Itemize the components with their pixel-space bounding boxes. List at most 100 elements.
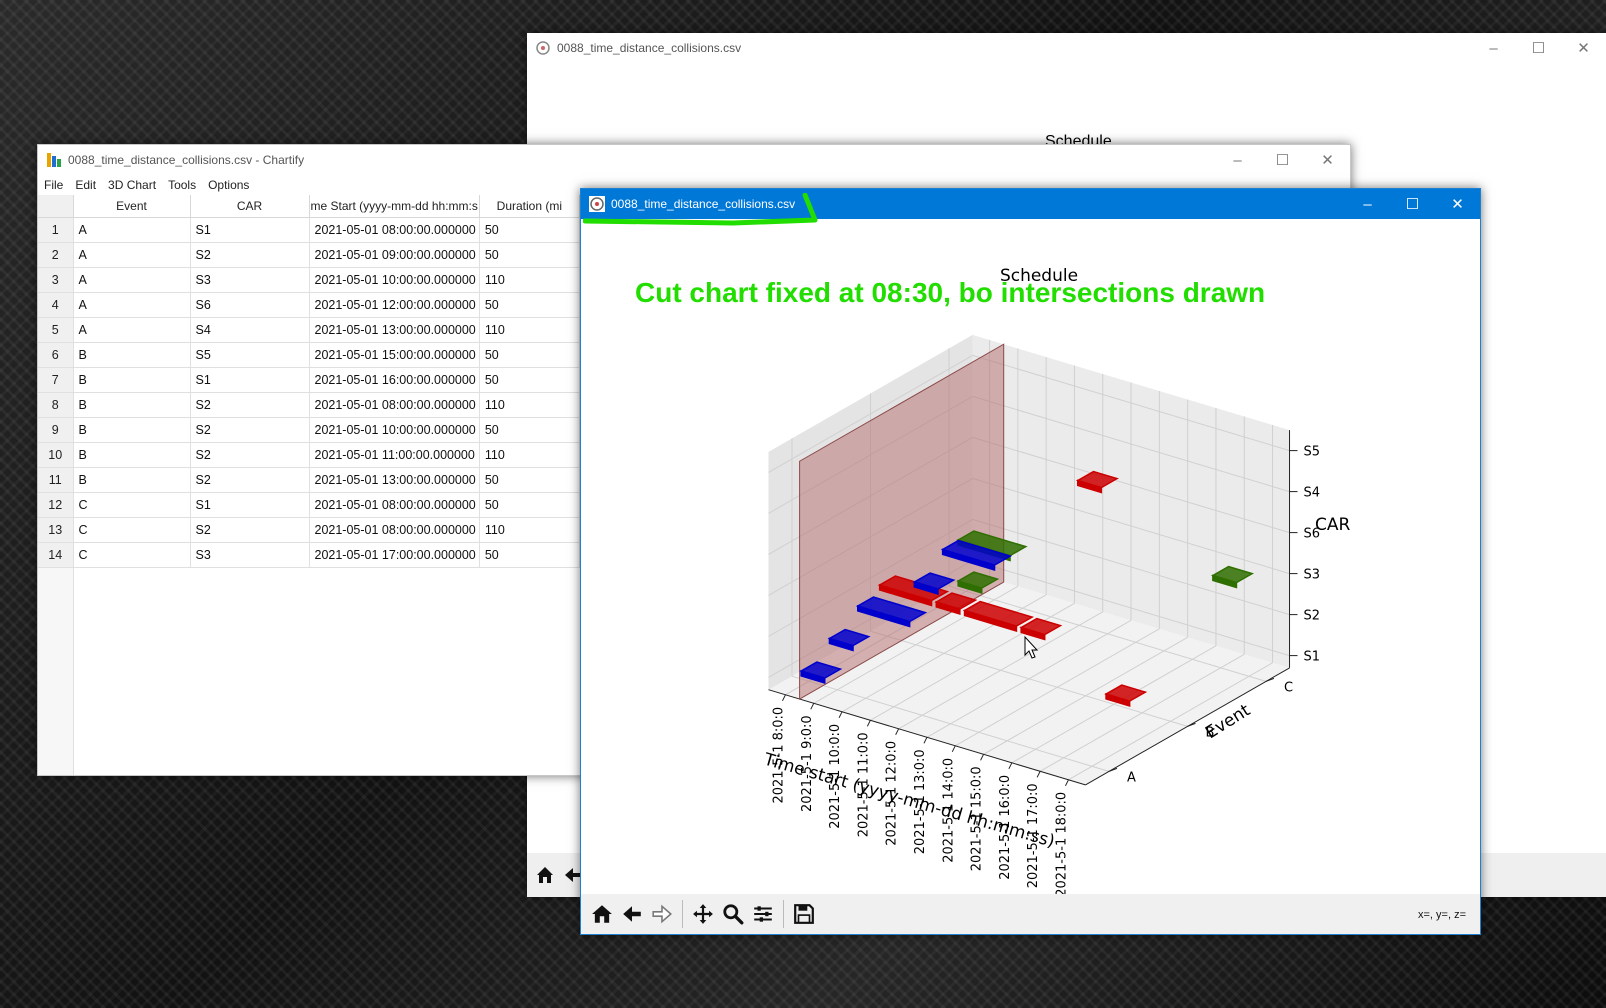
duration-cell[interactable]: 50 [479, 342, 580, 368]
maximize-button[interactable]: ☐ [1516, 33, 1561, 63]
back-window-titlebar[interactable]: 0088_time_distance_collisions.csv – ☐ ✕ [527, 33, 1606, 63]
table-row[interactable]: 9 B S2 2021-05-01 10:00:00.000000 50 [38, 417, 580, 443]
row-number[interactable]: 8 [38, 392, 74, 418]
maximize-button[interactable]: ☐ [1390, 189, 1435, 219]
time-start-cell[interactable]: 2021-05-01 16:00:00.000000 [309, 367, 480, 393]
car-cell[interactable]: S1 [190, 492, 310, 518]
car-cell[interactable]: S4 [190, 317, 310, 343]
minimize-button[interactable]: – [1215, 145, 1260, 175]
car-cell[interactable]: S2 [190, 392, 310, 418]
time-start-cell[interactable]: 2021-05-01 08:00:00.000000 [309, 392, 480, 418]
close-button[interactable]: ✕ [1561, 33, 1606, 63]
home-icon[interactable] [535, 865, 555, 885]
table-row[interactable]: 11 B S2 2021-05-01 13:00:00.000000 50 [38, 467, 580, 493]
event-cell[interactable]: B [73, 342, 191, 368]
table-row[interactable]: 8 B S2 2021-05-01 08:00:00.000000 110 [38, 392, 580, 418]
time-start-cell[interactable]: 2021-05-01 13:00:00.000000 [309, 467, 480, 493]
duration-cell[interactable]: 50 [479, 217, 580, 243]
event-cell[interactable]: B [73, 467, 191, 493]
duration-cell[interactable]: 50 [479, 242, 580, 268]
row-number[interactable]: 7 [38, 367, 74, 393]
zoom-button[interactable] [718, 898, 748, 930]
row-number[interactable]: 12 [38, 492, 74, 518]
car-cell[interactable]: S5 [190, 342, 310, 368]
column-header-duration[interactable]: Duration (mi [479, 195, 580, 218]
minimize-button[interactable]: – [1471, 33, 1516, 63]
event-cell[interactable]: C [73, 542, 191, 568]
time-start-cell[interactable]: 2021-05-01 10:00:00.000000 [309, 417, 480, 443]
time-start-cell[interactable]: 2021-05-01 11:00:00.000000 [309, 442, 480, 468]
car-cell[interactable]: S3 [190, 542, 310, 568]
duration-cell[interactable]: 110 [479, 442, 580, 468]
event-cell[interactable]: A [73, 292, 191, 318]
table-row[interactable]: 3 A S3 2021-05-01 10:00:00.000000 110 [38, 267, 580, 293]
time-start-cell[interactable]: 2021-05-01 12:00:00.000000 [309, 292, 480, 318]
time-start-cell[interactable]: 2021-05-01 08:00:00.000000 [309, 492, 480, 518]
row-number[interactable]: 13 [38, 517, 74, 543]
duration-cell[interactable]: 50 [479, 492, 580, 518]
configure-button[interactable] [748, 898, 778, 930]
row-number[interactable]: 2 [38, 242, 74, 268]
car-cell[interactable]: S2 [190, 442, 310, 468]
duration-cell[interactable]: 110 [479, 517, 580, 543]
table-row[interactable]: 1 A S1 2021-05-01 08:00:00.000000 50 [38, 217, 580, 243]
event-cell[interactable]: B [73, 392, 191, 418]
car-cell[interactable]: S3 [190, 267, 310, 293]
table-row[interactable]: 12 C S1 2021-05-01 08:00:00.000000 50 [38, 492, 580, 518]
table-row[interactable]: 7 B S1 2021-05-01 16:00:00.000000 50 [38, 367, 580, 393]
event-cell[interactable]: A [73, 267, 191, 293]
menu-3d-chart[interactable]: 3D Chart [102, 175, 162, 195]
duration-cell[interactable]: 110 [479, 317, 580, 343]
duration-cell[interactable]: 110 [479, 392, 580, 418]
car-cell[interactable]: S2 [190, 467, 310, 493]
data-grid[interactable]: Event CAR me Start (yyyy-mm-dd hh:mm:s D… [38, 195, 580, 775]
duration-cell[interactable]: 110 [479, 267, 580, 293]
event-cell[interactable]: A [73, 217, 191, 243]
menu-tools[interactable]: Tools [162, 175, 202, 195]
column-header-time-start[interactable]: me Start (yyyy-mm-dd hh:mm:s [309, 195, 480, 218]
event-cell[interactable]: B [73, 417, 191, 443]
close-button[interactable]: ✕ [1435, 189, 1480, 219]
3d-chart[interactable]: 2021-5-1 8:0:0 2021-5-1 9:0:0 2021-5-1 10:… [581, 219, 1480, 894]
row-number[interactable]: 5 [38, 317, 74, 343]
pan-button[interactable] [688, 898, 718, 930]
time-start-cell[interactable]: 2021-05-01 08:00:00.000000 [309, 217, 480, 243]
table-row[interactable]: 6 B S5 2021-05-01 15:00:00.000000 50 [38, 342, 580, 368]
duration-cell[interactable]: 50 [479, 367, 580, 393]
home-button[interactable] [587, 898, 617, 930]
event-cell[interactable]: C [73, 492, 191, 518]
chartify-titlebar[interactable]: 0088_time_distance_collisions.csv - Char… [38, 145, 1350, 175]
car-cell[interactable]: S6 [190, 292, 310, 318]
car-cell[interactable]: S2 [190, 417, 310, 443]
table-row[interactable]: 14 C S3 2021-05-01 17:00:00.000000 50 [38, 542, 580, 568]
time-start-cell[interactable]: 2021-05-01 09:00:00.000000 [309, 242, 480, 268]
table-row[interactable]: 10 B S2 2021-05-01 11:00:00.000000 110 [38, 442, 580, 468]
row-number[interactable]: 4 [38, 292, 74, 318]
row-number[interactable]: 10 [38, 442, 74, 468]
car-cell[interactable]: S1 [190, 367, 310, 393]
time-start-cell[interactable]: 2021-05-01 10:00:00.000000 [309, 267, 480, 293]
close-button[interactable]: ✕ [1305, 145, 1350, 175]
time-start-cell[interactable]: 2021-05-01 15:00:00.000000 [309, 342, 480, 368]
grid-corner[interactable] [38, 195, 74, 218]
table-row[interactable]: 5 A S4 2021-05-01 13:00:00.000000 110 [38, 317, 580, 343]
column-header-car[interactable]: CAR [190, 195, 310, 218]
table-row[interactable]: 13 C S2 2021-05-01 08:00:00.000000 110 [38, 517, 580, 543]
row-number[interactable]: 14 [38, 542, 74, 568]
car-cell[interactable]: S2 [190, 242, 310, 268]
menu-edit[interactable]: Edit [69, 175, 102, 195]
duration-cell[interactable]: 50 [479, 292, 580, 318]
event-cell[interactable]: C [73, 517, 191, 543]
car-cell[interactable]: S1 [190, 217, 310, 243]
event-cell[interactable]: A [73, 242, 191, 268]
event-cell[interactable]: B [73, 367, 191, 393]
row-number[interactable]: 11 [38, 467, 74, 493]
column-header-event[interactable]: Event [73, 195, 191, 218]
duration-cell[interactable]: 50 [479, 467, 580, 493]
event-cell[interactable]: B [73, 442, 191, 468]
back-button[interactable] [617, 898, 647, 930]
time-start-cell[interactable]: 2021-05-01 08:00:00.000000 [309, 517, 480, 543]
row-number[interactable]: 1 [38, 217, 74, 243]
row-number[interactable]: 3 [38, 267, 74, 293]
time-start-cell[interactable]: 2021-05-01 13:00:00.000000 [309, 317, 480, 343]
